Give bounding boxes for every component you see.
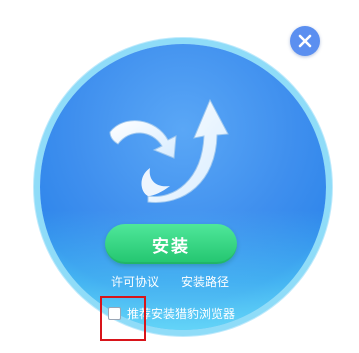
cheetah-swirl-arrow-icon (109, 98, 229, 203)
install-button[interactable]: 安装 (105, 224, 237, 264)
recommend-browser-checkbox[interactable] (108, 306, 121, 320)
license-link[interactable]: 许可协议 (111, 273, 159, 290)
recommend-browser-label: 推荐安装猎豹浏览器 (127, 306, 236, 321)
close-button[interactable] (290, 26, 320, 56)
installer-window: 安装 许可协议 安装路径 推荐安装猎豹浏览器 (0, 0, 359, 353)
close-icon (298, 34, 312, 48)
recommend-browser-option[interactable]: 推荐安装猎豹浏览器 (103, 302, 235, 324)
install-path-link[interactable]: 安装路径 (181, 273, 229, 290)
